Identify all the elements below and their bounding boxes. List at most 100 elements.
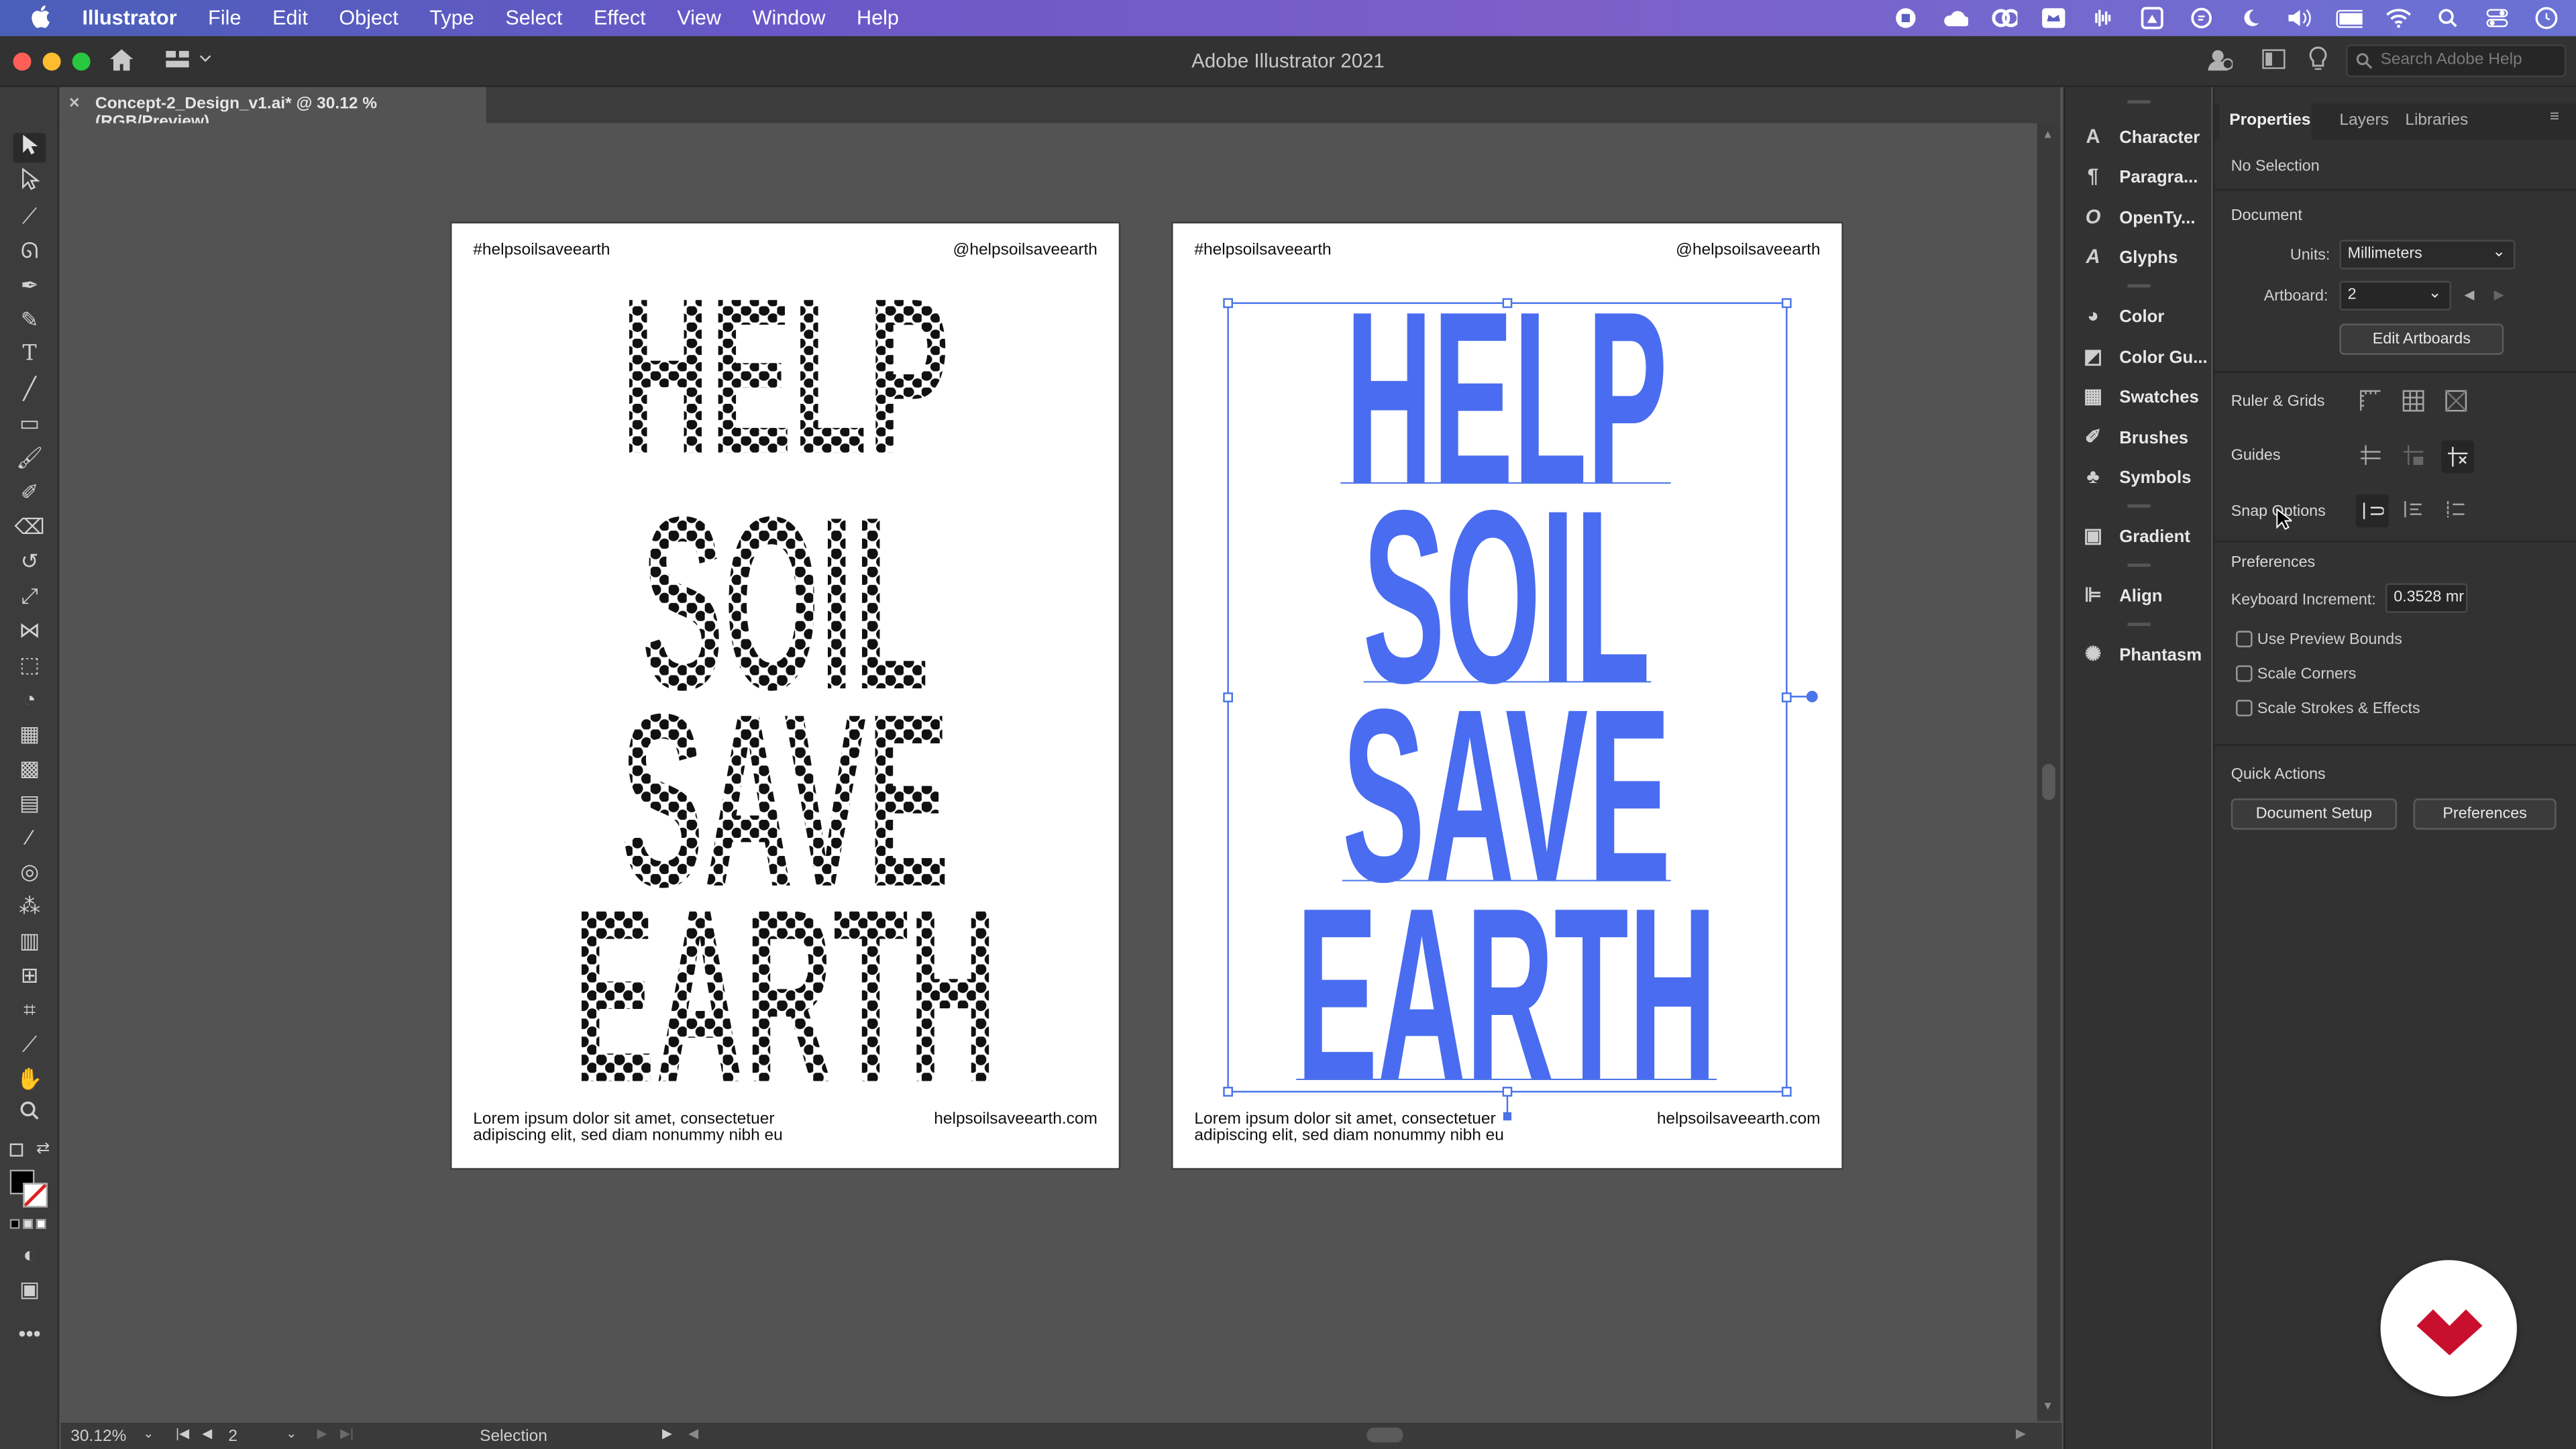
draw-mode-icon[interactable]: ◐ <box>13 1240 46 1270</box>
artboard-select[interactable]: 2 ⌄ <box>2339 280 2451 311</box>
tab-properties[interactable]: Properties <box>2229 112 2310 130</box>
width-tool-icon[interactable]: ⋈ <box>13 616 46 645</box>
chat-icon[interactable] <box>2188 7 2214 30</box>
center-point-handle[interactable] <box>1503 1112 1512 1121</box>
artboard-number[interactable]: 2 <box>228 1428 237 1446</box>
show-guides-icon[interactable] <box>2356 443 2385 470</box>
dock-character[interactable]: A Character <box>2065 120 2212 156</box>
document-tab[interactable]: × Concept-2_Design_v1.ai* @ 30.12 % (RGB… <box>59 87 486 131</box>
wifi-icon[interactable] <box>2385 7 2412 30</box>
artboard-1[interactable]: #helpsoilsaveearth @helpsoilsaveearth HE… <box>451 223 1119 1169</box>
transparency-grid-icon[interactable] <box>2441 389 2471 415</box>
artboard-tool-icon[interactable]: ⊞ <box>13 961 46 991</box>
none-mode-icon[interactable] <box>36 1219 46 1229</box>
mesh-tool-icon[interactable]: ▩ <box>13 754 46 784</box>
vertical-scroll-thumb[interactable] <box>2042 763 2055 800</box>
audio-wave-icon[interactable] <box>2090 7 2116 30</box>
menu-effect[interactable]: Effect <box>594 7 646 30</box>
share-user-icon[interactable] <box>2206 46 2234 78</box>
rotation-handle[interactable] <box>1806 690 1818 702</box>
cloud-icon[interactable] <box>1942 7 1968 30</box>
dock-opentype[interactable]: O OpenTy... <box>2065 201 2212 237</box>
dock-grip[interactable] <box>2127 100 2151 104</box>
curvature-tool-icon[interactable]: ✎ <box>13 306 46 335</box>
crown-icon[interactable] <box>2041 7 2067 30</box>
menu-help[interactable]: Help <box>857 7 899 30</box>
tab-libraries[interactable]: Libraries <box>2405 112 2468 130</box>
type-tool-icon[interactable]: T <box>13 340 46 370</box>
column-graph-tool-icon[interactable]: ▥ <box>13 926 46 956</box>
use-preview-bounds-checkbox[interactable] <box>2236 631 2253 647</box>
menu-select[interactable]: Select <box>505 7 562 30</box>
default-fill-stroke-icon[interactable] <box>9 1143 23 1157</box>
preferences-button[interactable]: Preferences <box>2413 798 2557 830</box>
scale-corners-checkbox[interactable] <box>2236 665 2253 682</box>
artboard-2[interactable]: #helpsoilsaveearth @helpsoilsaveearth HE… <box>1173 223 1842 1169</box>
next-artboard-icon[interactable]: ▶ <box>317 1426 327 1441</box>
snap-to-pixel-icon[interactable] <box>2441 498 2471 524</box>
menu-object[interactable]: Object <box>339 7 398 30</box>
apple-icon[interactable] <box>30 4 51 32</box>
previous-artboard-icon[interactable]: ◀ <box>202 1426 212 1441</box>
close-tab-icon[interactable]: × <box>69 94 80 113</box>
last-artboard-icon[interactable]: ▶| <box>340 1426 354 1441</box>
lightbulb-icon[interactable] <box>2308 46 2328 78</box>
edit-toolbar-icon[interactable]: ••• <box>13 1320 46 1349</box>
menu-type[interactable]: Type <box>429 7 474 30</box>
lock-guides-icon[interactable] <box>2399 443 2428 470</box>
scroll-down-icon[interactable]: ▼ <box>2042 1401 2053 1413</box>
paintbrush-tool-icon[interactable]: 🖌 <box>13 443 46 473</box>
screen-mode-icon[interactable]: ▣ <box>13 1275 46 1304</box>
dock-phantasm[interactable]: ✺ Phantasm <box>2065 637 2212 674</box>
creative-cloud-icon[interactable] <box>1991 7 2018 30</box>
frame-icon[interactable] <box>2139 7 2165 30</box>
magic-wand-tool-icon[interactable]: ⟋ <box>13 202 46 231</box>
record-icon[interactable] <box>1892 7 1919 30</box>
selection-handle-tr[interactable] <box>1781 298 1792 309</box>
scale-strokes-checkbox[interactable] <box>2236 700 2253 716</box>
arrange-documents-icon[interactable] <box>2262 49 2286 74</box>
menu-file[interactable]: File <box>208 7 241 30</box>
first-artboard-icon[interactable]: |◀ <box>176 1426 189 1441</box>
dock-brushes[interactable]: ✐ Brushes <box>2065 421 2212 457</box>
dock-align[interactable]: ⊫ Align <box>2065 578 2212 614</box>
dock-color[interactable]: ◕ Color <box>2065 299 2212 335</box>
blend-tool-icon[interactable]: ◎ <box>13 857 46 887</box>
hand-tool-icon[interactable]: ✋ <box>13 1065 46 1094</box>
spotlight-search-icon[interactable] <box>2434 7 2461 30</box>
dock-symbols[interactable]: ♣ Symbols <box>2065 460 2212 496</box>
dock-grip-5[interactable] <box>2127 623 2151 627</box>
rotate-tool-icon[interactable]: ↺ <box>13 547 46 577</box>
smart-guides-icon[interactable] <box>2441 440 2475 474</box>
artboard-dropdown-icon[interactable]: ⌄ <box>286 1426 297 1441</box>
dock-grip-4[interactable] <box>2127 564 2151 567</box>
swap-fill-stroke-icon[interactable]: ⇄ <box>36 1140 50 1159</box>
horizontal-scroll-thumb[interactable] <box>1366 1428 1403 1443</box>
snap-to-point-icon[interactable] <box>2355 494 2389 528</box>
dock-gradient[interactable]: ▣ Gradient <box>2065 519 2212 555</box>
eraser-tool-icon[interactable]: ⌫ <box>13 513 46 542</box>
slice-tool-icon[interactable]: ⌗ <box>13 996 46 1025</box>
battery-icon[interactable] <box>2336 7 2363 30</box>
stroke-color-swatch[interactable] <box>23 1183 48 1208</box>
zoom-tool-icon[interactable] <box>13 1099 46 1128</box>
vertical-scrollbar[interactable]: ▲ ▼ <box>2037 123 2061 1421</box>
eyedropper-tool-icon[interactable]: ⁄ <box>13 823 46 853</box>
scroll-right-icon[interactable]: ▶ <box>2016 1426 2026 1441</box>
lasso-tool-icon[interactable]: ᘏ <box>13 237 46 266</box>
dock-grip-2[interactable] <box>2127 284 2151 288</box>
perspective-grid-tool-icon[interactable]: ▦ <box>13 720 46 749</box>
control-center-icon[interactable] <box>2484 7 2510 30</box>
units-dropdown[interactable]: Millimeters ⌄ <box>2339 239 2516 270</box>
menu-window[interactable]: Window <box>753 7 826 30</box>
direct-selection-tool-icon[interactable] <box>13 167 46 197</box>
panel-menu-icon[interactable]: ≡ <box>2550 109 2559 127</box>
line-tool-icon[interactable]: ╱ <box>13 374 46 404</box>
zoom-level[interactable]: 30.12% <box>70 1428 126 1446</box>
tab-layers[interactable]: Layers <box>2339 112 2389 130</box>
selection-handle-tm[interactable] <box>1502 298 1513 309</box>
edit-artboards-button[interactable]: Edit Artboards <box>2339 323 2504 355</box>
menu-view[interactable]: View <box>677 7 721 30</box>
selection-handle-br[interactable] <box>1781 1087 1792 1097</box>
scroll-up-icon[interactable]: ▲ <box>2042 129 2053 141</box>
